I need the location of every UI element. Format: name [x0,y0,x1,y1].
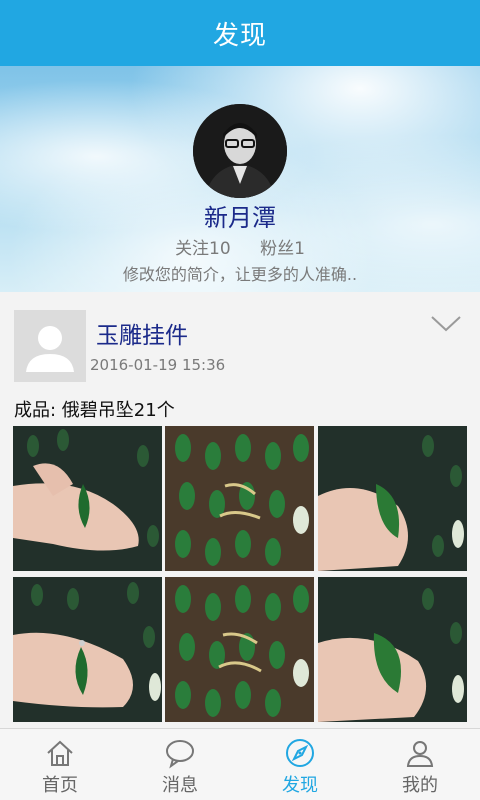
post-avatar[interactable] [14,310,86,382]
tab-mine[interactable]: 我的 [360,729,480,800]
tab-mine-label: 我的 [402,775,438,796]
tab-home[interactable]: 首页 [0,729,120,800]
fans-count[interactable]: 粉丝1 [260,239,305,259]
page-title: 发现 [212,20,267,51]
profile-bio[interactable]: 修改您的简介，让更多的人准确.. [0,261,480,285]
user-icon [406,741,434,767]
pendant-hand-photo-1[interactable] [13,426,162,571]
pendant-display-photo-2[interactable] [165,577,314,722]
pendant-hand-photo-4[interactable] [318,577,467,722]
profile-name[interactable]: 新月潭 [0,198,480,233]
following-count[interactable]: 关注10 [175,239,231,259]
message-icon [166,740,194,769]
photo-grid [13,426,467,722]
profile-stats: 关注10 粉丝1 [0,234,480,259]
title-bar: 发现 [0,0,480,66]
home-icon [47,740,73,766]
compass-icon [286,739,314,767]
tab-messages[interactable]: 消息 [120,729,240,800]
post-time: 2016-01-19 15:36 [90,356,226,374]
profile-avatar[interactable] [193,104,287,198]
tab-home-label: 首页 [42,775,78,796]
post-card: 玉雕挂件 2016-01-19 15:36 成品: 俄碧吊坠21个 [0,292,480,728]
post-title[interactable]: 玉雕挂件 [96,316,188,350]
default-user-icon [26,326,74,372]
post-text: 成品: 俄碧吊坠21个 [14,400,175,421]
tab-messages-label: 消息 [162,775,198,796]
pendant-hand-photo-3[interactable] [13,577,162,722]
profile-banner: 新月潭 关注10 粉丝1 修改您的简介，让更多的人准确.. [0,66,480,292]
pendant-hand-photo-2[interactable] [318,426,467,571]
chevron-down-icon[interactable] [430,314,462,334]
bottom-tab-bar: 首页 消息 发现 我的 [0,728,480,800]
tab-discover[interactable]: 发现 [240,729,360,800]
avatar-photo [193,104,287,198]
tab-discover-label: 发现 [282,775,318,796]
pendant-display-photo-1[interactable] [165,426,314,571]
